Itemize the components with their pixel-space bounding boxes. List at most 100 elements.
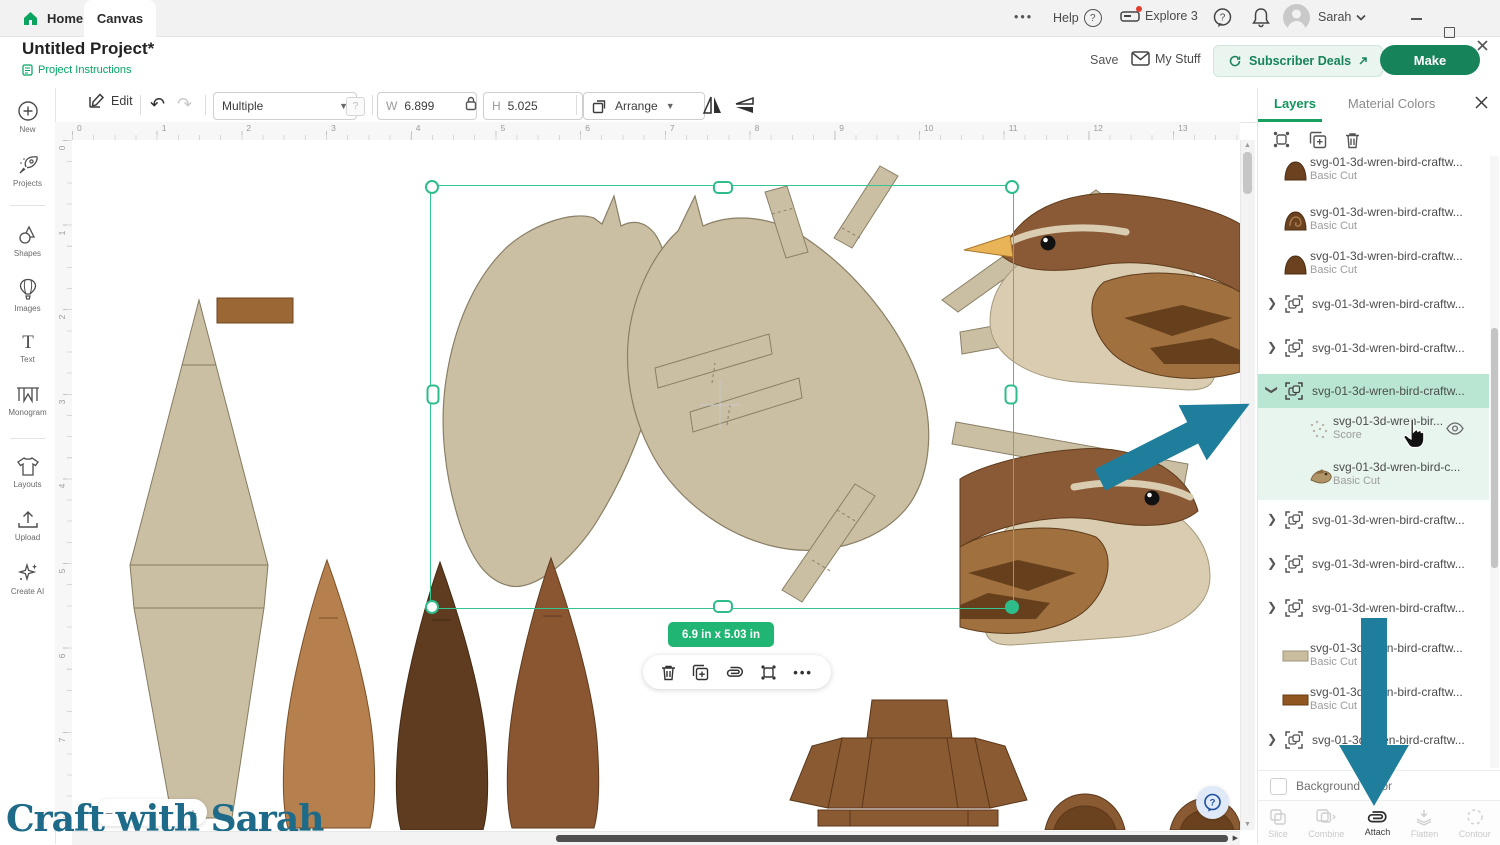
make-button[interactable]: Make [1380,45,1480,75]
selection-handle-right[interactable] [1005,385,1018,405]
sidebar-item-layouts[interactable]: Layouts [0,456,55,489]
help-bubble-button[interactable]: ? [1196,786,1229,819]
selection-handle-bottom-right[interactable] [1005,600,1019,614]
layer-group-row[interactable]: ❯ svg-01-3d-wren-bird-craftw... [1258,594,1489,622]
selection-handle-top[interactable] [713,181,733,194]
contour-icon [1466,808,1484,826]
panel-scrollbar[interactable] [1490,156,1499,768]
selection-handle-bottom[interactable] [713,600,733,613]
layer-group-row[interactable]: ❯ svg-01-3d-wren-bird-craftw... [1258,334,1489,362]
window-maximize-button[interactable] [1442,25,1456,39]
delete-icon[interactable] [661,664,676,681]
layer-group-row[interactable]: ❯ svg-01-3d-wren-bird-craftw... [1258,506,1489,534]
edit-button[interactable]: Edit [88,92,133,109]
expand-chevron-icon[interactable]: ❯ [1267,296,1277,310]
my-stuff-button[interactable]: My Stuff [1131,51,1201,66]
group-action-icon[interactable] [1272,130,1291,149]
sidebar-item-images[interactable]: Images [0,278,55,313]
scroll-up-arrow[interactable]: ▲ [1244,142,1251,149]
window-minimize-button[interactable] [1410,11,1424,25]
help-chat-icon: ? [1203,793,1222,812]
more-options-icon[interactable]: ••• [793,665,813,680]
scroll-down-arrow[interactable]: ▼ [1244,821,1251,828]
layer-row[interactable]: svg-01-3d-wren-bird-craftw...Basic Cut [1258,156,1489,194]
machine-icon [1120,9,1140,23]
help-button[interactable]: Help ? [1053,9,1102,27]
layer-group-row[interactable]: ❯ svg-01-3d-wren-bird-craftw... [1258,290,1489,318]
notifications-bell-icon[interactable] [1251,7,1271,28]
feedback-icon[interactable]: ? [1212,7,1233,28]
canvas-horizontal-scrollbar[interactable]: ▶ [72,831,1240,845]
layer-child-row[interactable]: svg-01-3d-wren-bir...Score [1258,408,1489,454]
layer-group-row[interactable]: ❯ svg-01-3d-wren-bird-craftw... [1258,550,1489,578]
combine-button[interactable]: Combine [1308,808,1344,839]
layer-child-row[interactable]: svg-01-3d-wren-bird-c...Basic Cut [1258,454,1489,500]
attach-icon[interactable] [725,666,744,678]
machine-status-button[interactable]: Explore 3 [1120,9,1198,23]
canvas-vscroll-thumb[interactable] [1243,152,1252,194]
tab-layers[interactable]: Layers [1274,96,1316,111]
save-button[interactable]: Save [1090,53,1119,67]
arrange-dropdown[interactable]: Arrange ▼ [583,92,705,120]
more-menu-button[interactable]: ••• [1014,10,1033,24]
sidebar-item-upload[interactable]: Upload [0,509,55,542]
subscriber-deals-button[interactable]: Subscriber Deals [1213,45,1383,77]
redo-button[interactable]: ↷ [177,94,192,115]
layer-row[interactable]: svg-01-3d-wren-bird-craftw...Basic Cut [1258,200,1489,244]
duplicate-icon[interactable] [692,664,709,681]
expand-chevron-icon[interactable]: ❯ [1267,340,1277,354]
sidebar-item-shapes[interactable]: Shapes [0,224,55,258]
tab-home[interactable]: Home [22,0,83,36]
duplicate-action-icon[interactable] [1309,131,1327,149]
tab-material-colors[interactable]: Material Colors [1348,96,1435,111]
width-input[interactable]: W 6.899 [377,92,477,120]
selection-handle-top-right[interactable] [1005,180,1019,194]
lock-aspect-icon[interactable] [465,96,477,111]
help-badge-button[interactable]: ? [346,97,365,116]
avatar[interactable] [1283,4,1310,31]
expand-chevron-icon[interactable]: ❯ [1267,556,1277,570]
flip-vertical-button[interactable] [733,96,756,115]
selection-handle-bottom-left[interactable] [425,600,439,614]
sidebar-item-new[interactable]: New [0,100,55,134]
attach-button[interactable]: Attach [1365,810,1391,837]
layer-row[interactable]: svg-01-3d-wren-bird-craftw...Basic Cut [1258,636,1489,680]
sidebar-item-text[interactable]: T Text [0,332,55,364]
panel-close-icon[interactable] [1474,95,1489,110]
expand-chevron-icon[interactable]: ❯ [1267,732,1277,746]
background-color-swatch[interactable] [1270,778,1287,795]
canvas-hscroll-thumb[interactable] [556,835,1228,842]
undo-button[interactable]: ↶ [150,94,165,115]
tab-canvas[interactable]: Canvas [84,0,156,37]
expand-chevron-icon[interactable]: ❯ [1267,512,1277,526]
score-thumbnail [1308,419,1332,441]
visibility-eye-icon[interactable] [1446,422,1464,435]
delete-action-icon[interactable] [1345,131,1360,149]
sidebar-item-monogram[interactable]: Monogram [0,384,55,417]
layer-row[interactable]: svg-01-3d-wren-bird-craftw...Basic Cut [1258,244,1489,288]
sidebar-item-projects[interactable]: Projects [0,154,55,188]
scroll-right-arrow[interactable]: ▶ [1233,834,1238,842]
selection-type-dropdown[interactable]: Multiple ▼ [213,92,357,120]
user-menu[interactable]: Sarah [1318,10,1366,24]
expand-chevron-icon[interactable]: ❯ [1267,600,1277,614]
weld-icon[interactable] [760,664,777,681]
collapse-chevron-icon[interactable]: ❯ [1265,385,1279,395]
layer-row[interactable]: svg-01-3d-wren-bird-craftw...Basic Cut [1258,680,1489,724]
deals-icon [1228,54,1242,68]
project-instructions-link[interactable]: Project Instructions [22,64,132,76]
flip-horizontal-button[interactable] [702,94,723,116]
flatten-button[interactable]: Flatten [1411,808,1439,839]
selection-box[interactable] [430,185,1014,609]
selection-handle-top-left[interactable] [425,180,439,194]
layer-group-row[interactable]: ❯ svg-01-3d-wren-bird-craftw... [1258,726,1489,754]
height-input[interactable]: H 5.025 [483,92,583,120]
contour-button[interactable]: Contour [1459,808,1491,839]
sidebar-item-create-ai[interactable]: Create AI [0,561,55,596]
selection-handle-left[interactable] [427,385,440,405]
slice-button[interactable]: Slice [1268,808,1288,839]
panel-scroll-thumb[interactable] [1491,328,1498,568]
window-close-button[interactable] [1476,39,1490,53]
layer-group-row-selected[interactable]: ❯ svg-01-3d-wren-bird-craftw... [1258,374,1489,408]
canvas-vertical-scrollbar[interactable]: ▲ ▼ [1240,140,1255,830]
